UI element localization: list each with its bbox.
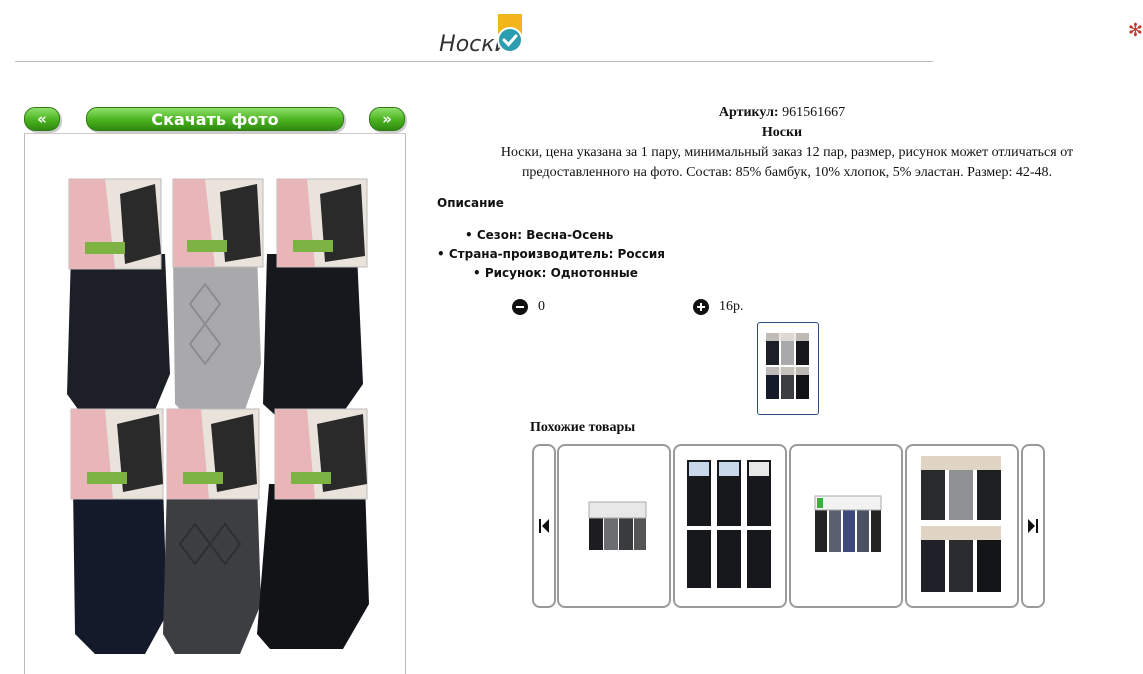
title-divider <box>15 61 933 62</box>
decrease-quantity-icon[interactable] <box>512 299 528 315</box>
similar-product-card[interactable] <box>673 444 787 608</box>
carousel-next-button[interactable] <box>1021 444 1045 608</box>
next-photo-button[interactable]: » <box>369 107 405 131</box>
product-photo <box>24 133 406 674</box>
product-name: Носки <box>761 125 803 140</box>
description-heading: Описание <box>437 196 504 210</box>
similar-product-card[interactable] <box>905 444 1019 608</box>
spec-item: • Сезон: Весна-Осень <box>465 228 614 242</box>
product-description: Носки, цена указана за 1 пару, минимальн… <box>500 145 1074 180</box>
similar-product-card[interactable] <box>557 444 671 608</box>
skip-forward-icon <box>1028 519 1038 533</box>
prev-photo-button[interactable]: « <box>24 107 60 131</box>
article-value: 961561667 <box>782 105 846 120</box>
price-value: 16р. <box>719 299 744 314</box>
article-line: Артикул: 961561667 <box>437 103 1127 123</box>
corner-mark-icon: ✻ <box>1127 20 1143 40</box>
skip-back-icon <box>539 519 549 533</box>
photo-thumbnail[interactable] <box>757 322 819 415</box>
spec-list: • Сезон: Весна-Осень • Страна-производит… <box>437 226 665 283</box>
page-header: Носки <box>0 14 948 57</box>
similar-product-card[interactable] <box>789 444 903 608</box>
similar-products-heading: Похожие товары <box>530 420 636 435</box>
price-control: 16р. <box>693 299 744 315</box>
spec-item: • Рисунок: Однотонные <box>473 266 638 280</box>
download-photo-button[interactable]: Скачать фото <box>86 107 344 131</box>
carousel-prev-button[interactable] <box>532 444 556 608</box>
add-to-cart-icon[interactable] <box>693 299 709 315</box>
socks-photo-image <box>67 178 369 654</box>
quantity-value: 0 <box>538 299 545 314</box>
article-label: Артикул: <box>718 105 779 120</box>
spec-item: • Страна-производитель: Россия <box>437 247 665 261</box>
verified-badge-icon <box>497 14 523 53</box>
quantity-control: 0 <box>512 299 545 315</box>
product-info: Артикул: 961561667 Носки Носки, цена ука… <box>437 103 1127 183</box>
